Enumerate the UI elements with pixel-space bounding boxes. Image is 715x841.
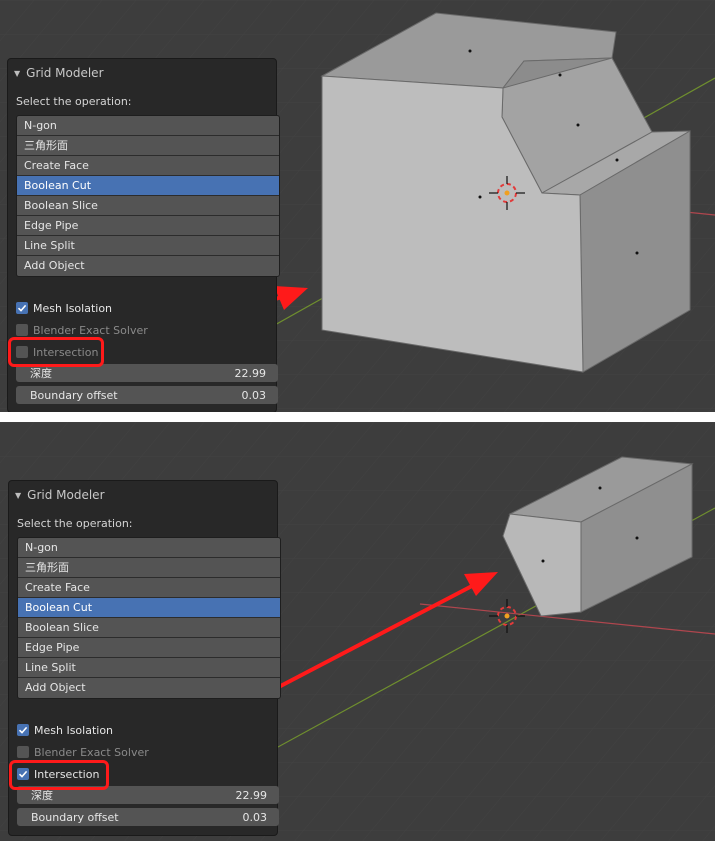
op-ngon[interactable]: N-gon <box>17 116 279 136</box>
checkbox-unchecked-icon[interactable] <box>16 324 28 336</box>
checkbox-unchecked-icon[interactable] <box>17 746 29 758</box>
op-add-object[interactable]: Add Object <box>18 678 280 698</box>
op-boolean-cut[interactable]: Boolean Cut <box>18 598 280 618</box>
op-boolean-slice[interactable]: Boolean Slice <box>18 618 280 638</box>
option-mesh-isolation[interactable]: Mesh Isolation <box>16 300 112 316</box>
panel-title: Grid Modeler <box>27 488 105 502</box>
op-boolean-cut[interactable]: Boolean Cut <box>17 176 279 196</box>
highlight-box <box>9 760 109 790</box>
op-triangle-face[interactable]: 三角形面 <box>18 558 280 578</box>
op-line-split[interactable]: Line Split <box>18 658 280 678</box>
option-blender-exact-solver[interactable]: Blender Exact Solver <box>17 744 149 760</box>
option-blender-exact-solver[interactable]: Blender Exact Solver <box>16 322 148 338</box>
op-line-split[interactable]: Line Split <box>17 236 279 256</box>
op-edge-pipe[interactable]: Edge Pipe <box>18 638 280 658</box>
op-create-face[interactable]: Create Face <box>17 156 279 176</box>
boundary-offset-field[interactable]: Boundary offset 0.03 <box>17 808 279 826</box>
panel-header[interactable]: ▼ Grid Modeler <box>14 65 104 81</box>
panel-title: Grid Modeler <box>26 66 104 80</box>
select-operation-label: Select the operation: <box>17 517 133 530</box>
viewport-screenshot-top: ▼ Grid Modeler Select the operation: N-g… <box>0 0 715 412</box>
op-ngon[interactable]: N-gon <box>18 538 280 558</box>
collapse-triangle-icon[interactable]: ▼ <box>14 69 20 78</box>
op-triangle-face[interactable]: 三角形面 <box>17 136 279 156</box>
operation-list: N-gon 三角形面 Create Face Boolean Cut Boole… <box>16 115 280 277</box>
select-operation-label: Select the operation: <box>16 95 132 108</box>
screenshot-divider <box>0 412 715 422</box>
panel-header[interactable]: ▼ Grid Modeler <box>15 487 105 503</box>
boundary-offset-field[interactable]: Boundary offset 0.03 <box>16 386 278 404</box>
viewport-screenshot-bottom: ▼ Grid Modeler Select the operation: N-g… <box>0 422 715 841</box>
op-boolean-slice[interactable]: Boolean Slice <box>17 196 279 216</box>
operation-list: N-gon 三角形面 Create Face Boolean Cut Boole… <box>17 537 281 699</box>
highlight-box <box>8 337 104 367</box>
option-mesh-isolation[interactable]: Mesh Isolation <box>17 722 113 738</box>
checkbox-checked-icon[interactable] <box>16 302 28 314</box>
op-add-object[interactable]: Add Object <box>17 256 279 276</box>
op-edge-pipe[interactable]: Edge Pipe <box>17 216 279 236</box>
checkbox-checked-icon[interactable] <box>17 724 29 736</box>
collapse-triangle-icon[interactable]: ▼ <box>15 491 21 500</box>
op-create-face[interactable]: Create Face <box>18 578 280 598</box>
